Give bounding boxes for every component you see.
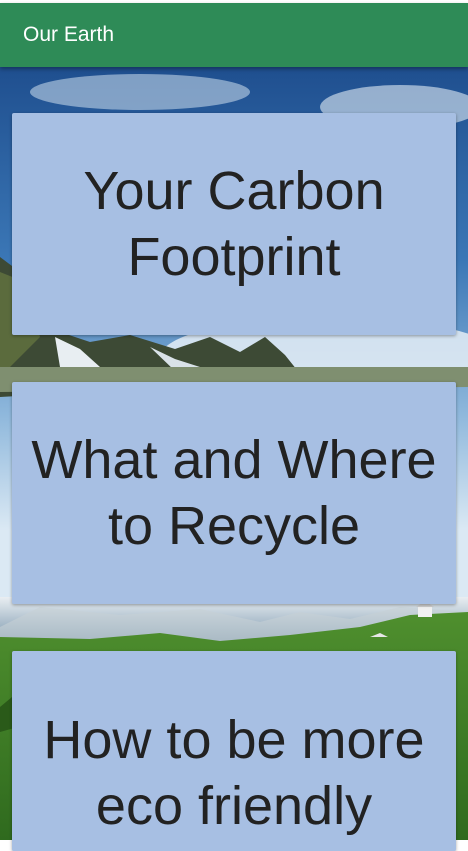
eco-friendly-card[interactable]: How to be more eco friendly: [12, 651, 456, 851]
app-title: Our Earth: [23, 23, 115, 46]
recycle-card[interactable]: What and Where to Recycle: [12, 382, 456, 604]
carbon-footprint-card[interactable]: Your Carbon Footprint: [12, 113, 456, 335]
carbon-footprint-label: Your Carbon Footprint: [83, 161, 385, 287]
app-bar: Our Earth: [0, 3, 468, 67]
eco-friendly-label: How to be more eco friendly: [43, 710, 425, 836]
recycle-label: What and Where to Recycle: [31, 430, 437, 556]
